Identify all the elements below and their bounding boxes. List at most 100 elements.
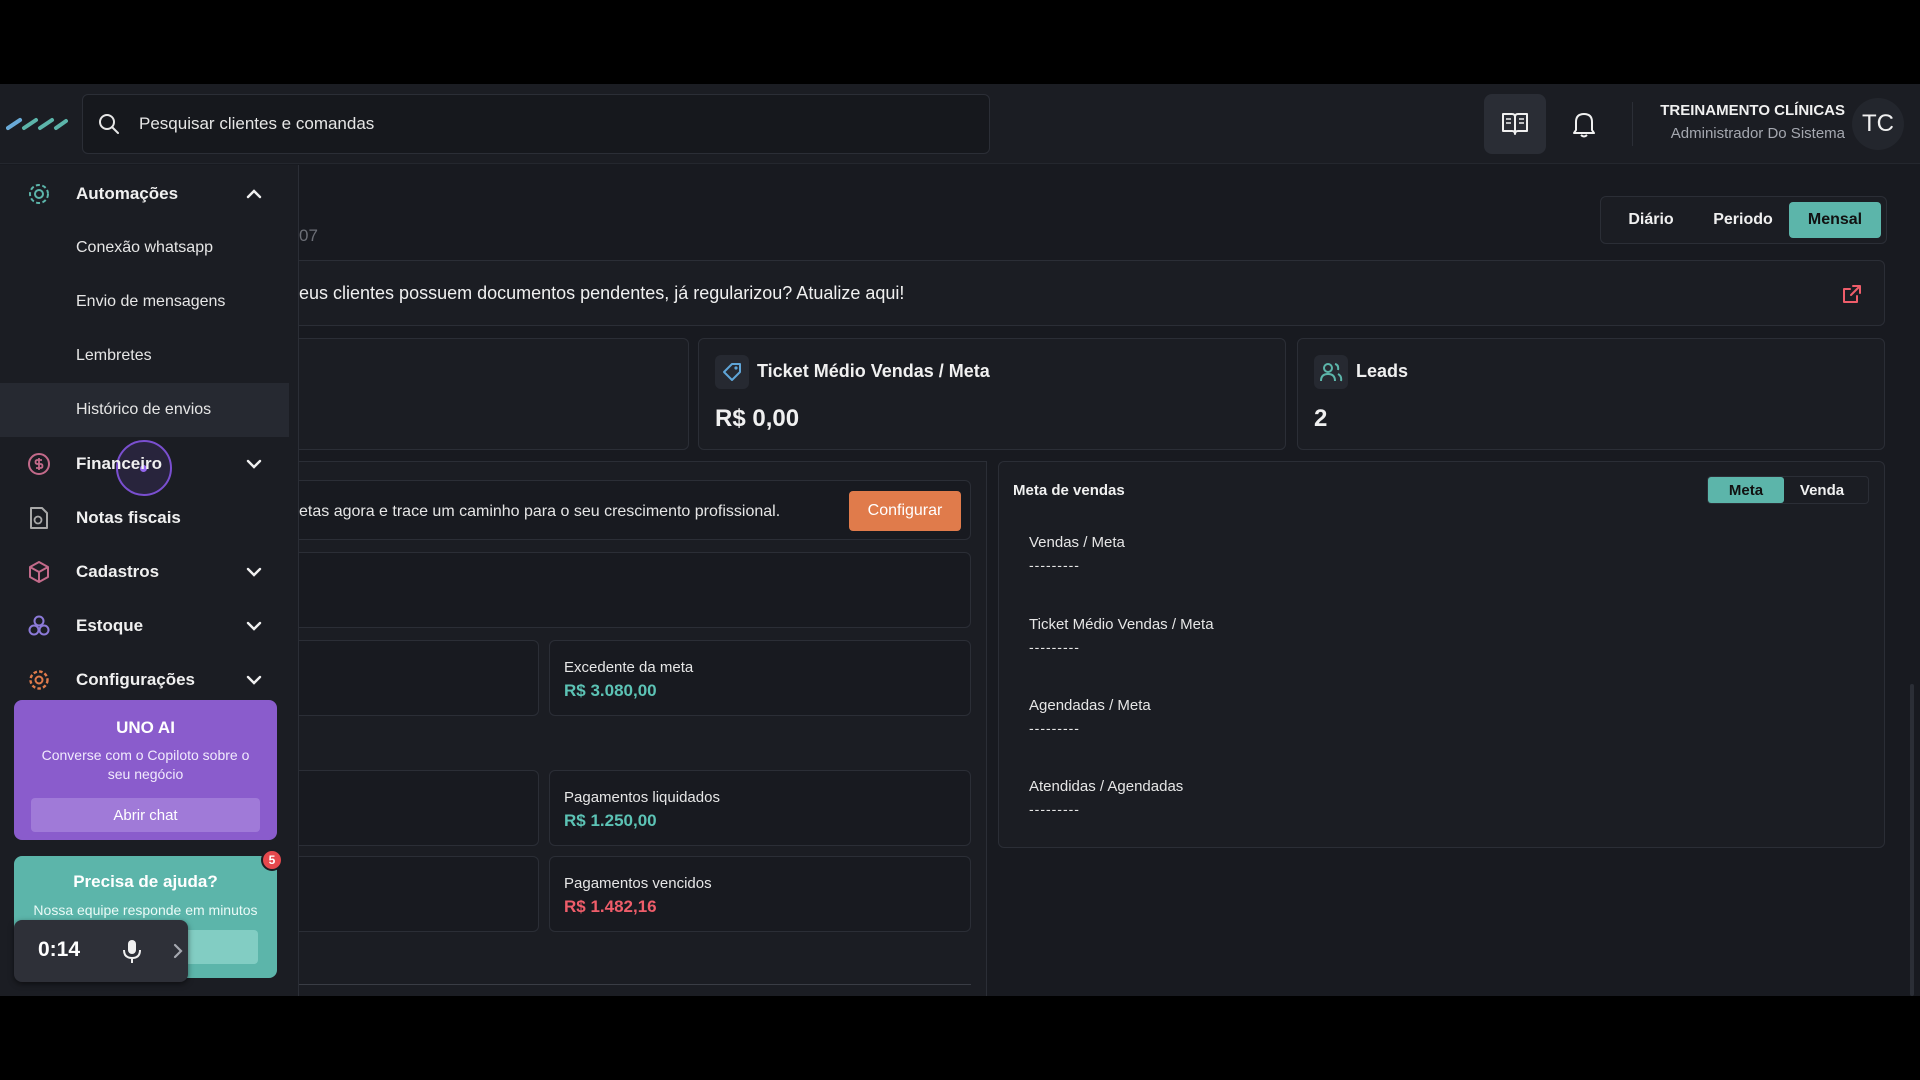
- metric-label: Agendadas / Meta: [1029, 697, 1151, 714]
- sidebar-subitem-conexao-whatsapp[interactable]: Conexão whatsapp: [0, 221, 289, 275]
- bell-icon: [1573, 113, 1595, 138]
- recording-widget[interactable]: 0:14: [14, 920, 188, 982]
- metric-box: [299, 770, 539, 846]
- microphone-icon[interactable]: [120, 938, 144, 964]
- sidebar-subitem-label: Conexão whatsapp: [76, 239, 213, 256]
- sidebar-item-notas-fiscais[interactable]: Notas fiscais: [0, 491, 290, 545]
- metric-ticket-medio: Ticket Médio Vendas / Meta ---------: [1029, 616, 1214, 655]
- metric-value: ---------: [1029, 557, 1080, 573]
- gear-automation-icon: [29, 184, 49, 204]
- goals-panel: etas agora e trace um caminho para o seu…: [299, 461, 987, 996]
- metric-value: R$ 1.482,16: [564, 897, 657, 916]
- metric-vendas-meta: Vendas / Meta ---------: [1029, 534, 1125, 573]
- help-description: Nossa equipe responde em minutos: [33, 902, 258, 918]
- sidebar-subitem-label: Histórico de envios: [76, 401, 212, 418]
- help-title: Precisa de ajuda?: [73, 872, 218, 891]
- tab-periodo[interactable]: Periodo: [1697, 202, 1789, 238]
- sidebar-item-configuracoes[interactable]: Configurações: [0, 653, 290, 707]
- box-icon: [29, 561, 49, 583]
- chevron-right-icon[interactable]: [170, 942, 186, 960]
- sidebar-item-automacoes[interactable]: Automações: [0, 167, 290, 221]
- divider: [299, 984, 971, 985]
- sidebar-subitem-label: Envio de mensagens: [76, 293, 226, 310]
- metric-label: Vendas / Meta: [1029, 534, 1125, 551]
- metric-pagamentos-vencidos: Pagamentos vencidos R$ 1.482,16: [549, 856, 971, 932]
- search-bar[interactable]: [82, 94, 990, 154]
- metric-excedente: Excedente da meta R$ 3.080,00: [549, 640, 971, 716]
- date-fragment: 07: [299, 226, 318, 245]
- invoice-icon: [30, 507, 48, 529]
- search-input[interactable]: [139, 114, 989, 134]
- metric-label: Atendidas / Agendadas: [1029, 778, 1184, 795]
- metric-pagamentos-liquidados: Pagamentos liquidados R$ 1.250,00: [549, 770, 971, 846]
- notification-badge: 5: [261, 849, 283, 871]
- open-chat-button[interactable]: Abrir chat: [31, 798, 260, 832]
- period-toggle: Diário Periodo Mensal: [1600, 196, 1887, 244]
- goals-summary-box: [299, 552, 971, 628]
- kpi-leads: Leads 2: [1297, 338, 1885, 450]
- tab-mensal[interactable]: Mensal: [1789, 202, 1881, 238]
- open-book-icon: [1502, 113, 1528, 135]
- top-bar: TREINAMENTO CLÍNICAS Administrador Do Si…: [0, 84, 1920, 164]
- metric-atendidas-agendadas: Atendidas / Agendadas ---------: [1029, 778, 1183, 817]
- kpi-value: 2: [1314, 405, 1328, 432]
- metric-box: [299, 640, 539, 716]
- settings-gear-icon: [29, 670, 49, 690]
- sidebar-item-label: Financeiro: [76, 454, 162, 473]
- search-icon: [99, 114, 119, 134]
- metric-value: ---------: [1029, 639, 1080, 655]
- recording-time: 0:14: [38, 938, 81, 961]
- uno-ai-card: UNO AI Converse com o Copiloto sobre o s…: [14, 700, 277, 840]
- notifications-button[interactable]: [1553, 94, 1615, 154]
- sidebar-subitem-lembretes[interactable]: Lembretes: [0, 329, 289, 383]
- sidebar-item-label: Notas fiscais: [76, 508, 181, 527]
- user-name: TREINAMENTO CLÍNICAS: [1660, 102, 1845, 119]
- configure-button[interactable]: Configurar: [849, 491, 961, 531]
- metric-value: R$ 1.250,00: [564, 811, 657, 830]
- chevron-up-icon: [246, 189, 262, 199]
- banner-text: etas agora e trace um caminho para o seu…: [299, 503, 781, 520]
- avatar[interactable]: TC: [1852, 98, 1904, 150]
- tag-icon: [715, 355, 749, 389]
- external-link-icon[interactable]: [1841, 283, 1863, 305]
- topbar-divider: [1632, 102, 1633, 146]
- kpi-card: [299, 338, 689, 450]
- configure-goals-banner: etas agora e trace um caminho para o seu…: [299, 480, 971, 540]
- app-screen: TREINAMENTO CLÍNICAS Administrador Do Si…: [0, 84, 1920, 996]
- kpi-value: R$ 0,00: [715, 405, 800, 432]
- sidebar-subitem-label: Lembretes: [76, 347, 152, 364]
- stock-icon: [28, 615, 50, 636]
- brand-logo-icon[interactable]: [6, 112, 68, 134]
- sidebar-item-cadastros[interactable]: Cadastros: [0, 545, 290, 599]
- chevron-down-icon: [246, 567, 262, 577]
- guide-button[interactable]: [1484, 94, 1546, 154]
- metric-value: ---------: [1029, 801, 1080, 817]
- sidebar-item-financeiro[interactable]: Financeiro: [0, 437, 290, 491]
- metric-label: Pagamentos vencidos: [564, 875, 712, 892]
- sidebar-item-label: Automações: [76, 184, 179, 203]
- metric-agendadas-meta: Agendadas / Meta ---------: [1029, 697, 1151, 736]
- kpi-title: Ticket Médio Vendas / Meta: [757, 361, 990, 381]
- sidebar-item-label: Estoque: [76, 616, 144, 635]
- sidebar-subitem-historico-envios[interactable]: Histórico de envios: [0, 383, 289, 437]
- kpi-ticket-medio: Ticket Médio Vendas / Meta R$ 0,00: [698, 338, 1286, 450]
- metric-label: Pagamentos liquidados: [564, 789, 720, 806]
- sidebar-item-estoque[interactable]: Estoque: [0, 599, 290, 653]
- pending-documents-alert[interactable]: eus clientes possuem documentos pendente…: [299, 260, 1885, 326]
- user-info[interactable]: TREINAMENTO CLÍNICAS Administrador Do Si…: [1660, 102, 1845, 142]
- metric-label: Excedente da meta: [564, 659, 694, 676]
- sidebar-item-label: Configurações: [76, 670, 196, 689]
- meta-vendas-panel: Meta de vendas Meta Venda Vendas / Meta …: [998, 461, 1885, 848]
- tab-diario[interactable]: Diário: [1605, 202, 1697, 238]
- sidebar-subitem-envio-mensagens[interactable]: Envio de mensagens: [0, 275, 289, 329]
- chevron-down-icon: [246, 675, 262, 685]
- uno-ai-title: UNO AI: [116, 718, 175, 737]
- tab-meta[interactable]: Meta: [1708, 477, 1784, 503]
- alert-text: eus clientes possuem documentos pendente…: [299, 283, 905, 303]
- users-icon: [1314, 355, 1348, 389]
- page-scrollbar[interactable]: [1910, 684, 1914, 996]
- panel-title: Meta de vendas: [1013, 482, 1125, 499]
- sidebar-item-label: Cadastros: [76, 562, 160, 581]
- chevron-down-icon: [246, 459, 262, 469]
- tab-venda[interactable]: Venda: [1784, 477, 1860, 503]
